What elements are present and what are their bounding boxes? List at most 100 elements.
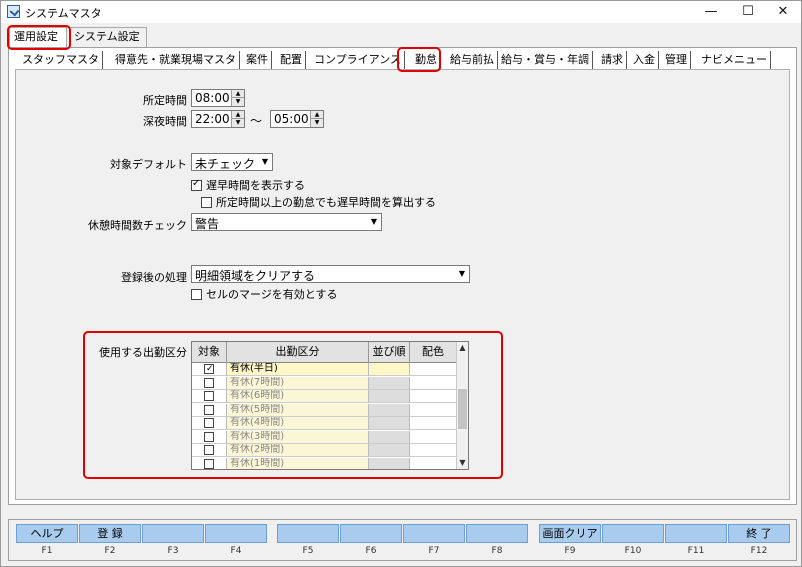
f11-button[interactable] (665, 524, 727, 543)
fkey-label-f1: F1 (41, 546, 53, 556)
row-checkbox[interactable] (204, 458, 214, 469)
scheduled-time-spinner[interactable]: 08:00 ▲ ▼ (191, 89, 245, 107)
show-late-early-checkbox[interactable] (191, 178, 202, 191)
grid-cell-attendance-type[interactable]: 有休(5時間) (227, 403, 369, 417)
grid-row[interactable]: 有休(6時間) (192, 390, 457, 403)
subtab-client-site-master[interactable]: 得意先・就業現場マスタ (112, 51, 240, 69)
grid-header-attendance-type[interactable]: 出勤区分 (227, 342, 369, 363)
grid-cell-order[interactable] (369, 457, 410, 469)
calc-late-early-option[interactable]: 所定時間以上の勤怠でも遅早時間を算出する (201, 194, 436, 209)
grid-row[interactable]: 有休(2時間) (192, 444, 457, 457)
grid-row[interactable]: 有休(1時間) (192, 457, 457, 469)
subtab-placement[interactable]: 配置 (277, 51, 306, 69)
tab-operation-settings[interactable]: 運用設定 (9, 27, 67, 47)
grid-cell-color[interactable] (410, 444, 457, 457)
show-late-early-option[interactable]: 遅早時間を表示する (191, 177, 305, 192)
row-checkbox[interactable] (204, 431, 214, 442)
grid-cell-order[interactable] (369, 363, 410, 376)
exit-button[interactable]: 終 了 (728, 524, 790, 543)
subtab-project[interactable]: 案件 (243, 51, 272, 69)
grid-row[interactable]: 有休(7時間) (192, 376, 457, 390)
cell-merge-checkbox[interactable] (191, 289, 202, 300)
grid-cell-order[interactable] (369, 376, 410, 390)
grid-row[interactable]: 有休(4時間) (192, 417, 457, 430)
grid-header-order[interactable]: 並び順 (369, 342, 410, 363)
row-checkbox[interactable] (204, 377, 214, 388)
grid-cell-color[interactable] (410, 430, 457, 444)
subtab-salary-bonus-yearend[interactable]: 給与・賞与・年調 (498, 51, 593, 69)
help-button[interactable]: ヘルプ (16, 524, 78, 543)
grid-cell-attendance-type[interactable]: 有休(3時間) (227, 430, 369, 444)
grid-cell-color[interactable] (410, 390, 457, 403)
subtab-billing[interactable]: 請求 (598, 51, 627, 69)
grid-cell-order[interactable] (369, 430, 410, 444)
subtab-payment[interactable]: 入金 (630, 51, 659, 69)
close-button[interactable]: ✕ (765, 1, 801, 23)
grid-cell-attendance-type[interactable]: 有休(7時間) (227, 376, 369, 390)
grid-cell-color[interactable] (410, 376, 457, 390)
grid-row[interactable]: 有休(5時間) (192, 403, 457, 417)
calc-late-early-checkbox[interactable] (201, 197, 212, 208)
after-register-select[interactable]: 明細領域をクリアする ▼ (191, 265, 470, 283)
f4-button[interactable] (205, 524, 267, 543)
cell-merge-option[interactable]: セルのマージを有効とする (191, 286, 337, 301)
subtab-compliance[interactable]: コンプライアンス (311, 51, 406, 69)
row-checkbox[interactable] (204, 404, 214, 415)
spin-down-icon[interactable]: ▼ (311, 119, 323, 127)
grid-header-target[interactable]: 対象 (192, 342, 227, 363)
spin-up-icon[interactable]: ▲ (232, 90, 244, 98)
grid-cell-attendance-type[interactable]: 有休(1時間) (227, 457, 369, 469)
f6-button[interactable] (340, 524, 402, 543)
scroll-up-icon[interactable]: ▲ (457, 342, 468, 354)
grid-cell-color[interactable] (410, 457, 457, 469)
spin-down-icon[interactable]: ▼ (232, 119, 244, 127)
maximize-button[interactable]: ☐ (730, 1, 766, 23)
grid-cell-attendance-type[interactable]: 有休(4時間) (227, 417, 369, 430)
grid-cell-order[interactable] (369, 417, 410, 430)
tab-system-settings[interactable]: システム設定 (69, 27, 147, 47)
fkey-label-f4: F4 (230, 546, 242, 556)
spin-up-icon[interactable]: ▲ (311, 111, 323, 119)
row-checkbox[interactable] (204, 418, 214, 428)
grid-vertical-scrollbar[interactable]: ▲ ▼ (456, 342, 468, 469)
spin-up-icon[interactable]: ▲ (232, 111, 244, 119)
grid-row[interactable]: 有休(3時間) (192, 430, 457, 444)
grid-cell-order[interactable] (369, 390, 410, 403)
grid-cell-attendance-type[interactable]: 有休(2時間) (227, 444, 369, 457)
grid-cell-order[interactable] (369, 444, 410, 457)
grid-row[interactable]: 有休(半日) (192, 363, 457, 376)
f3-button[interactable] (142, 524, 204, 543)
grid-header-color[interactable]: 配色 (410, 342, 457, 363)
register-button[interactable]: 登 録 (79, 524, 141, 543)
row-checkbox[interactable] (204, 363, 214, 375)
f8-button[interactable] (466, 524, 528, 543)
subtab-attendance[interactable]: 勤怠 (412, 51, 441, 69)
grid-cell-order[interactable] (369, 403, 410, 417)
night-start-spinner[interactable]: 22:00 ▲ ▼ (191, 110, 245, 128)
break-check-select[interactable]: 警告 ▼ (191, 213, 382, 231)
subtab-management[interactable]: 管理 (662, 51, 691, 69)
clear-screen-button[interactable]: 画面クリア (539, 524, 601, 543)
row-checkbox[interactable] (204, 445, 214, 455)
scroll-thumb[interactable] (458, 389, 467, 429)
subtab-navi-menu[interactable]: ナビメニュー (698, 51, 771, 69)
grid-cell-color[interactable] (410, 417, 457, 430)
grid-cell-color[interactable] (410, 403, 457, 417)
fkey-label-f11: F11 (687, 546, 705, 556)
f10-button[interactable] (602, 524, 664, 543)
grid-cell-attendance-type[interactable]: 有休(半日) (227, 363, 369, 376)
night-end-spinner[interactable]: 05:00 ▲ ▼ (270, 110, 324, 128)
row-checkbox[interactable] (204, 391, 214, 401)
subtab-salary-advance[interactable]: 給与前払 (447, 51, 498, 69)
dropdown-arrow-icon: ▼ (370, 217, 378, 226)
f5-button[interactable] (277, 524, 339, 543)
grid-cell-attendance-type[interactable]: 有休(6時間) (227, 390, 369, 403)
fkey-label-f12: F12 (750, 546, 768, 556)
grid-cell-color[interactable] (410, 363, 457, 376)
scroll-down-icon[interactable]: ▼ (457, 457, 468, 469)
spin-down-icon[interactable]: ▼ (232, 98, 244, 106)
f7-button[interactable] (403, 524, 465, 543)
target-default-select[interactable]: 未チェック ▼ (191, 153, 273, 171)
minimize-button[interactable]: — (693, 1, 729, 23)
subtab-staff-master[interactable]: スタッフマスタ (19, 51, 103, 69)
